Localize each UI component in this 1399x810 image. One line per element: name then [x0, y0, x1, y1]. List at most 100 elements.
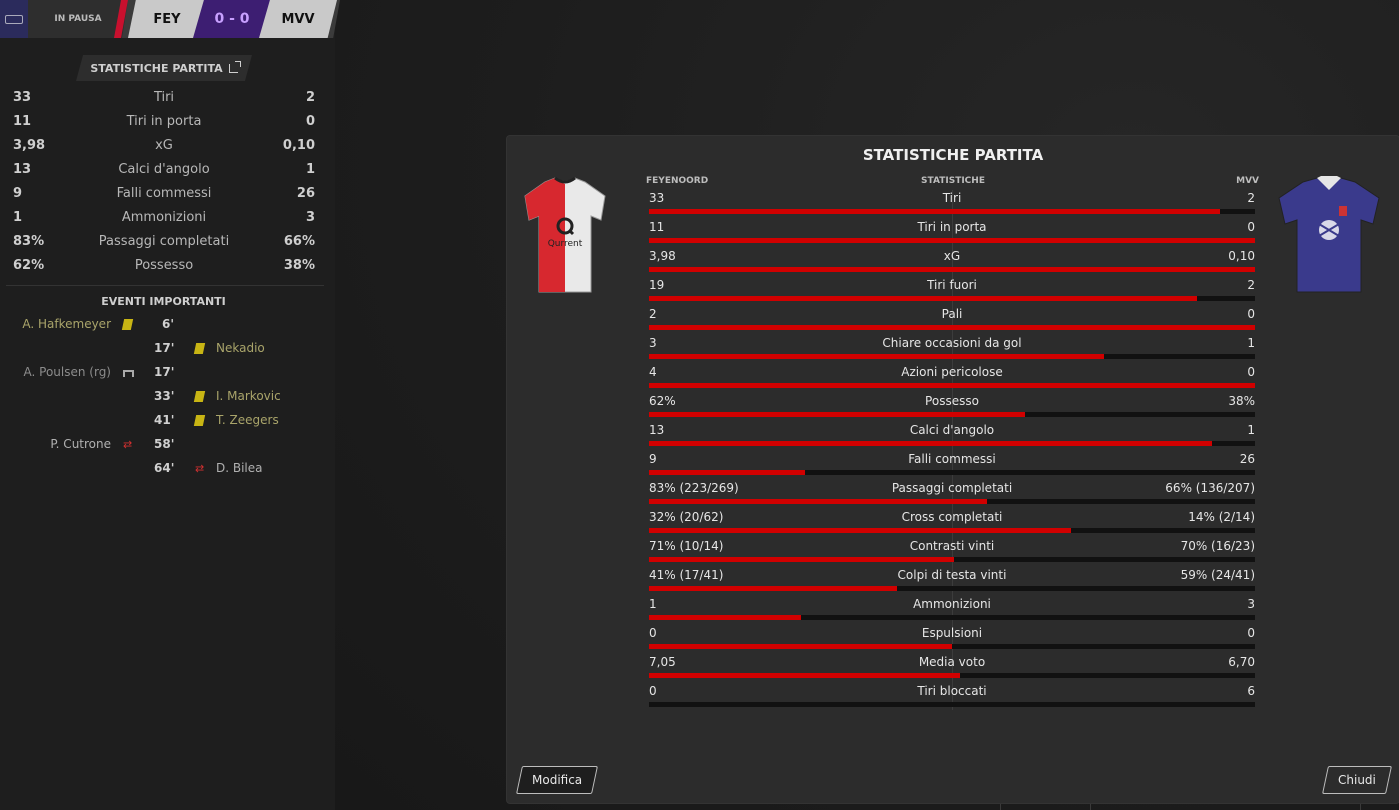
event-row: A. Poulsen (rg) 17' [0, 361, 330, 385]
stat-row: 71% (10/14) Contrasti vinti 70% (16/23) [649, 538, 1255, 567]
away-value: 6 [1247, 684, 1255, 698]
controller-icon[interactable] [0, 0, 28, 38]
events-list: A. Hafkemeyer 6' 17' Nekadio A. Poulsen (rg)… [0, 313, 330, 481]
stat-row: 19 Tiri fuori 2 [649, 277, 1255, 306]
away-value: 70% (16/23) [1180, 539, 1255, 553]
comparison-bar [649, 499, 1255, 504]
away-value: 66% (136/207) [1165, 481, 1255, 495]
stat-name: Espulsioni [921, 626, 983, 640]
comparison-bar [649, 470, 1255, 475]
stat-name: Tiri [153, 90, 175, 105]
event-minute: 17' [154, 365, 175, 379]
stat-row: 0 Espulsioni 0 [649, 625, 1255, 654]
home-share-fill [649, 586, 898, 591]
event-minute: 6' [161, 317, 174, 331]
stat-name: Tiri in porta [126, 114, 202, 129]
stat-name: Tiri bloccati [917, 684, 987, 698]
stat-name: Tiri fuori [927, 278, 977, 292]
stat-name: Media voto [918, 655, 986, 669]
away-value: 0 [1247, 626, 1255, 640]
stat-row: 3,98 xG 0,10 [649, 248, 1255, 277]
home-share-fill [649, 412, 1025, 417]
comparison-bar [649, 412, 1255, 417]
away-value: 2 [1247, 278, 1255, 292]
away-value: 26 [296, 186, 315, 201]
stat-name: Calci d'angolo [118, 162, 210, 177]
yellow-card-icon [121, 319, 134, 330]
stat-row: 32% (20/62) Cross completati 14% (2/14) [649, 509, 1255, 538]
event-player: Nekadio [216, 341, 265, 355]
comparison-bar [649, 238, 1255, 243]
stat-name: xG [943, 249, 961, 263]
home-share-fill [649, 499, 987, 504]
yellow-card-icon [193, 391, 206, 402]
event-player: A. Hafkemeyer [22, 317, 111, 331]
dialog-stats-table: 33 Tiri 2 11 Tiri in porta 0 3,98 xG 0,10 19 Tiri … [649, 190, 1255, 712]
expand-icon[interactable] [228, 60, 241, 73]
stat-name: Possesso [925, 394, 979, 408]
comparison-bar [649, 557, 1255, 562]
event-player: D. Bilea [216, 461, 263, 475]
comparison-bar [649, 267, 1255, 272]
comparison-bar [649, 644, 1255, 649]
pitch-line [1000, 804, 1001, 810]
event-player: A. Poulsen (rg) [23, 365, 111, 379]
away-value: 0 [1247, 220, 1255, 234]
home-share-fill [649, 441, 1212, 446]
comparison-bar [649, 615, 1255, 620]
close-button[interactable]: Chiudi [1322, 766, 1392, 794]
comparison-bar [649, 354, 1255, 359]
away-value: 38% [1228, 394, 1255, 408]
comparison-bar [649, 528, 1255, 533]
stat-row: 62% Possesso 38% [649, 393, 1255, 422]
yellow-card-icon [193, 343, 206, 354]
away-value: 1 [1247, 336, 1255, 350]
stat-row: 4 Azioni pericolose 0 [649, 364, 1255, 393]
stat-row: 9 Falli commessi 26 [649, 451, 1255, 480]
home-share-fill [649, 470, 805, 475]
away-value: 59% (24/41) [1180, 568, 1255, 582]
event-row: A. Hafkemeyer 6' [0, 313, 330, 337]
away-value: 1 [305, 162, 315, 177]
comparison-bar [649, 209, 1255, 214]
stat-name: Tiri in porta [917, 220, 987, 234]
stat-name: Azioni pericolose [901, 365, 1003, 379]
home-share-fill [649, 296, 1198, 301]
yellow-card-icon [193, 415, 206, 426]
home-share-fill [649, 354, 1104, 359]
away-value: 6,70 [1228, 655, 1255, 669]
home-share-fill [649, 644, 952, 649]
match-stats-tab[interactable]: STATISTICHE PARTITA [76, 55, 252, 81]
stat-row: 33 Tiri 2 [649, 190, 1255, 219]
home-share-fill [649, 673, 960, 678]
event-row: 64' ⇄ D. Bilea [0, 457, 330, 481]
dialog-title: STATISTICHE PARTITA [862, 146, 1044, 164]
stat-name: xG [155, 138, 173, 153]
home-share-fill [649, 267, 1255, 272]
away-value: 0,10 [1228, 249, 1255, 263]
home-team-abbr: FEY [128, 0, 206, 38]
stat-row: 41% (17/41) Colpi di testa vinti 59% (24/4… [649, 567, 1255, 596]
pitch-line [1360, 804, 1361, 810]
away-kit-image [1273, 176, 1385, 296]
event-row: 17' Nekadio [0, 337, 330, 361]
home-share-fill [649, 528, 1071, 533]
stat-row: 2 Pali 0 [649, 306, 1255, 335]
stat-name: Chiare occasioni da gol [882, 336, 1022, 350]
comparison-bar [649, 586, 1255, 591]
stat-row: 3,98 xG 0,10 [13, 134, 315, 158]
stat-name: Colpi di testa vinti [897, 568, 1007, 582]
event-minute: 58' [154, 437, 175, 451]
away-team-header: MVV [1236, 176, 1259, 186]
edit-button[interactable]: Modifica [516, 766, 598, 794]
scorebar: IN PAUSA FEY 0 - 0 MVV [0, 0, 340, 38]
stat-row: 11 Tiri in porta 0 [13, 110, 315, 134]
stat-name: Falli commessi [116, 186, 212, 201]
close-button-label: Chiudi [1338, 773, 1376, 787]
stat-name: Passaggi completati [891, 481, 1013, 495]
home-kit-image: Qurrent [521, 176, 609, 296]
away-value: 26 [1239, 452, 1255, 466]
comparison-bar [649, 702, 1255, 707]
away-value: 2 [305, 90, 315, 105]
away-value: 38% [283, 258, 315, 273]
